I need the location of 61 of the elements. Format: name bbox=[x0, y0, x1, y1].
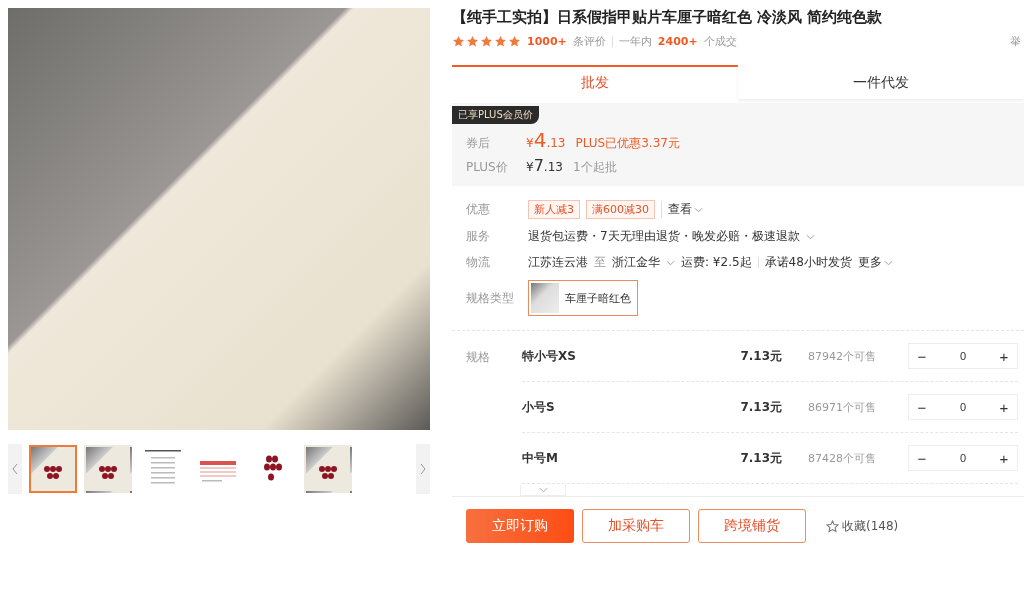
chevron-down-icon bbox=[666, 259, 675, 266]
size-price: 7.13元 bbox=[739, 398, 782, 416]
thumbnail[interactable] bbox=[84, 445, 132, 493]
quantity-stepper[interactable]: − 0 + bbox=[908, 394, 1018, 420]
deals-label: 个成交 bbox=[703, 33, 737, 49]
increase-button[interactable]: + bbox=[991, 398, 1017, 416]
increase-button[interactable]: + bbox=[991, 449, 1017, 467]
quantity-stepper[interactable]: − 0 + bbox=[908, 445, 1018, 471]
cross-border-button[interactable]: 跨境铺货 bbox=[698, 509, 806, 543]
stock-count: 87942个可售 bbox=[808, 348, 877, 364]
shipping-fee: 运费: ¥2.5起 bbox=[681, 254, 752, 271]
coupon-price: ¥4.13 bbox=[526, 128, 566, 152]
reviews-count: 1000+ bbox=[527, 34, 567, 48]
variant-thumbnail bbox=[531, 283, 559, 313]
product-title: 【纯手工实拍】日系假指甲贴片车厘子暗红色 冷淡风 简约纯色款 bbox=[452, 8, 884, 27]
plus-price: ¥7.13 bbox=[526, 156, 563, 175]
discount-tag: 新人减3 bbox=[528, 200, 580, 219]
stock-count: 86971个可售 bbox=[808, 399, 877, 415]
stock-count: 87428个可售 bbox=[808, 450, 877, 466]
price-label: 券后 bbox=[466, 135, 491, 152]
year-label: 一年内 bbox=[618, 33, 652, 49]
size-name: 小号S bbox=[522, 398, 556, 416]
quantity-stepper[interactable]: − 0 + bbox=[908, 343, 1018, 369]
size-price: 7.13元 bbox=[739, 347, 782, 365]
delivery-promise: 承诺48小时发货 bbox=[764, 254, 852, 271]
favorite-button[interactable]: 收藏(148) bbox=[820, 516, 905, 536]
size-price: 7.13元 bbox=[739, 449, 782, 467]
to-text: 至 bbox=[594, 254, 606, 271]
size-name: 中号M bbox=[522, 449, 559, 467]
decrease-button[interactable]: − bbox=[909, 398, 935, 416]
size-name: 特小号XS bbox=[522, 347, 577, 365]
row-label: 服务 bbox=[466, 228, 491, 245]
thumbnail[interactable] bbox=[304, 445, 352, 493]
row-label: 物流 bbox=[466, 254, 491, 271]
minimum-order: 1个起批 bbox=[572, 159, 617, 176]
chevron-down-icon bbox=[694, 206, 703, 213]
decrease-button[interactable]: − bbox=[909, 449, 935, 467]
origin-text: 江苏连云港 bbox=[528, 254, 588, 271]
price-label: PLUS价 bbox=[466, 159, 509, 176]
chevron-down-icon bbox=[538, 486, 548, 493]
chevron-down-icon bbox=[883, 259, 893, 266]
tab[interactable]: 一件代发 bbox=[738, 65, 1024, 99]
variant-option[interactable]: 车厘子暗红色 bbox=[528, 280, 638, 316]
row-label: 优惠 bbox=[466, 201, 491, 218]
row-label: 规格 bbox=[466, 349, 491, 366]
more-link[interactable]: 更多 bbox=[857, 254, 893, 271]
service-text: 退货包运费・7天无理由退货・晚发必赔・极速退款 bbox=[528, 228, 800, 245]
member-badge: 已享PLUS会员价 bbox=[452, 106, 539, 124]
row-label: 规格类型 bbox=[466, 289, 515, 307]
destination-text: 浙江金华 bbox=[612, 254, 660, 271]
reviews-label: 条评价 bbox=[572, 33, 606, 49]
deals-count: 2400+ bbox=[657, 34, 698, 48]
thumbnail[interactable] bbox=[29, 445, 77, 493]
increase-button[interactable]: + bbox=[991, 347, 1017, 365]
add-to-cart-button[interactable]: 加采购车 bbox=[582, 509, 690, 543]
discount-tag: 满600减30 bbox=[586, 200, 655, 219]
star-icon bbox=[826, 519, 839, 533]
plus-saving: PLUS已优惠3.37元 bbox=[575, 135, 680, 152]
view-link[interactable]: 查看 bbox=[661, 201, 703, 218]
chevron-down-icon bbox=[805, 233, 815, 240]
decrease-button[interactable]: − bbox=[909, 347, 935, 365]
